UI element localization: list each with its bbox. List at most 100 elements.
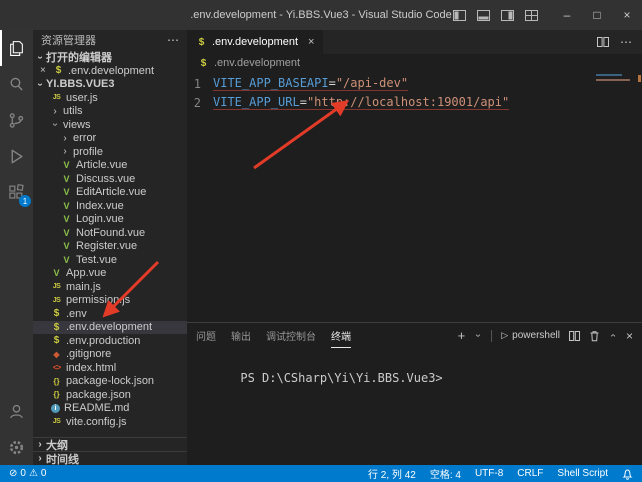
- close-editor-icon[interactable]: ×: [40, 65, 49, 76]
- terminal[interactable]: PS D:\CSharp\Yi\Yi.BBS.Vue3>: [187, 348, 642, 399]
- activity-explorer[interactable]: [0, 30, 33, 66]
- tree-item-Register.vue[interactable]: VRegister.vue: [33, 240, 187, 254]
- explorer-more-actions-icon[interactable]: ⋯: [167, 33, 179, 47]
- activity-source-control[interactable]: [0, 102, 33, 138]
- tree-item-Discuss.vue[interactable]: VDiscuss.vue: [33, 172, 187, 186]
- close-window-button[interactable]: ×: [612, 0, 642, 30]
- js-icon: JS: [51, 283, 62, 290]
- tree-item-App.vue[interactable]: VApp.vue: [33, 267, 187, 281]
- git-icon: ◆: [51, 350, 62, 359]
- eol[interactable]: CRLF: [517, 468, 543, 479]
- minimize-button[interactable]: –: [552, 0, 582, 30]
- breadcrumb[interactable]: $ .env.development: [187, 54, 642, 72]
- tree-item-package-lock.json[interactable]: {}package-lock.json: [33, 375, 187, 389]
- kill-terminal-icon[interactable]: [589, 330, 600, 342]
- vscode-window: .env.development - Yi.BBS.Vue3 - Visual …: [0, 0, 642, 482]
- code-editor[interactable]: 1VITE_APP_BASEAPI="/api-dev"2VITE_APP_UR…: [187, 72, 642, 322]
- activity-accounts[interactable]: [0, 393, 33, 429]
- open-editor-item[interactable]: × $ .env.development: [33, 64, 187, 77]
- tree-item-Index.vue[interactable]: V Index.vue: [33, 199, 187, 213]
- activity-settings[interactable]: [0, 429, 33, 465]
- warning-count: 0: [41, 468, 47, 479]
- tree-item-permission.js[interactable]: JSpermission.js: [33, 294, 187, 308]
- tree-item-NotFound.vue[interactable]: VNotFound.vue: [33, 226, 187, 240]
- layout-panel-icon[interactable]: [477, 10, 490, 21]
- split-terminal-icon[interactable]: [569, 331, 580, 341]
- tree-item-label: Test.vue: [76, 254, 117, 266]
- split-editor-icon[interactable]: [597, 37, 609, 47]
- html-icon: <>: [51, 363, 62, 372]
- new-terminal-icon[interactable]: +: [458, 328, 466, 343]
- tree-item-error[interactable]: ›error: [33, 132, 187, 146]
- language-mode[interactable]: Shell Script: [557, 468, 608, 479]
- tree-item-label: Index.vue: [76, 200, 124, 212]
- tree-item-label: .gitignore: [66, 348, 111, 360]
- encoding[interactable]: UTF-8: [475, 468, 503, 479]
- close-panel-icon[interactable]: ×: [626, 329, 633, 343]
- tree-item-EditArticle.vue[interactable]: VEditArticle.vue: [33, 186, 187, 200]
- tree-item-README.md[interactable]: iREADME.md: [33, 402, 187, 416]
- tree-item-views[interactable]: ›views: [33, 118, 187, 132]
- layout-sidebar-icon[interactable]: [453, 10, 466, 21]
- tree-item-Article.vue[interactable]: VArticle.vue: [33, 159, 187, 173]
- chevron-right-icon: ›: [36, 453, 44, 464]
- editor-more-actions-icon[interactable]: ⋯: [620, 35, 632, 49]
- code-line[interactable]: 1VITE_APP_BASEAPI="/api-dev": [187, 74, 642, 93]
- tree-item-label: main.js: [66, 281, 101, 293]
- tab-env-development[interactable]: $ .env.development ×: [187, 30, 323, 54]
- tree-item-.gitignore[interactable]: ◆ .gitignore: [33, 348, 187, 362]
- tree-item-label: README.md: [64, 402, 129, 414]
- env-icon: $: [196, 37, 207, 48]
- tree-item-.env.production[interactable]: $.env.production: [33, 334, 187, 348]
- source-control-icon: [8, 112, 25, 129]
- panel-tab-问题[interactable]: 问题: [196, 323, 216, 348]
- vue-icon: V: [61, 201, 72, 211]
- run-debug-icon: [8, 148, 25, 165]
- code-lines: 1VITE_APP_BASEAPI="/api-dev"2VITE_APP_UR…: [187, 74, 642, 112]
- minimap[interactable]: [596, 74, 634, 81]
- tree-item-profile[interactable]: ›profile: [33, 145, 187, 159]
- problems-status[interactable]: ⊘ 0 ⚠ 0: [9, 468, 46, 479]
- panel-tab-终端[interactable]: 终端: [331, 323, 351, 348]
- activity-run-debug[interactable]: [0, 138, 33, 174]
- tree-item-index.html[interactable]: <>index.html: [33, 361, 187, 375]
- vue-icon: V: [61, 228, 72, 238]
- panel-tab-输出[interactable]: 输出: [231, 323, 251, 348]
- tab-label: .env.development: [212, 36, 298, 48]
- tree-item-main.js[interactable]: JS main.js: [33, 280, 187, 294]
- error-count: 0: [20, 468, 26, 479]
- cursor-position[interactable]: 行 2, 列 42: [368, 466, 416, 481]
- maximize-panel-icon[interactable]: ›: [607, 332, 618, 340]
- maximize-button[interactable]: □: [582, 0, 612, 30]
- play-icon: ▷: [501, 330, 508, 341]
- tree-item-utils[interactable]: ›utils: [33, 105, 187, 119]
- customize-layout-icon[interactable]: [525, 10, 538, 21]
- chevron-right-icon: ›: [36, 439, 44, 450]
- activity-search[interactable]: [0, 66, 33, 102]
- json-icon: {}: [51, 377, 62, 386]
- timeline-section[interactable]: › 时间线: [33, 451, 187, 465]
- sidebar-header: 资源管理器: [41, 32, 96, 48]
- status-bar: ⊘ 0 ⚠ 0 行 2, 列 42 空格: 4 UTF-8 CRLF Shell…: [0, 465, 642, 482]
- tree-item-Login.vue[interactable]: VLogin.vue: [33, 213, 187, 227]
- terminal-dropdown-icon[interactable]: ›: [473, 332, 484, 340]
- close-tab-icon[interactable]: ×: [308, 36, 314, 48]
- layout-secondary-sidebar-icon[interactable]: [501, 10, 514, 21]
- tree-item-.env[interactable]: $.env: [33, 307, 187, 321]
- code-line[interactable]: 2VITE_APP_URL="http://localhost:19001/ap…: [187, 93, 642, 112]
- tree-item-Test.vue[interactable]: VTest.vue: [33, 253, 187, 267]
- env-icon: $: [51, 322, 62, 333]
- tree-item-user.js[interactable]: JSuser.js: [33, 91, 187, 105]
- tree-item-vite.config.js[interactable]: JSvite.config.js: [33, 415, 187, 429]
- shell-selector[interactable]: ▷ powershell: [501, 330, 560, 341]
- code-text: VITE_APP_BASEAPI="/api-dev": [213, 76, 408, 91]
- indentation[interactable]: 空格: 4: [430, 466, 461, 481]
- open-editors-section[interactable]: › 打开的编辑器: [33, 50, 187, 64]
- activity-extensions[interactable]: 1: [0, 174, 33, 210]
- panel-tab-调试控制台[interactable]: 调试控制台: [266, 323, 316, 348]
- notifications-bell-icon[interactable]: [622, 468, 633, 480]
- tree-item-package.json[interactable]: {}package.json: [33, 388, 187, 402]
- outline-section[interactable]: › 大纲: [33, 437, 187, 451]
- project-section-header[interactable]: › YI.BBS.VUE3: [33, 77, 187, 91]
- tree-item-.env.development[interactable]: $.env.development: [33, 321, 187, 335]
